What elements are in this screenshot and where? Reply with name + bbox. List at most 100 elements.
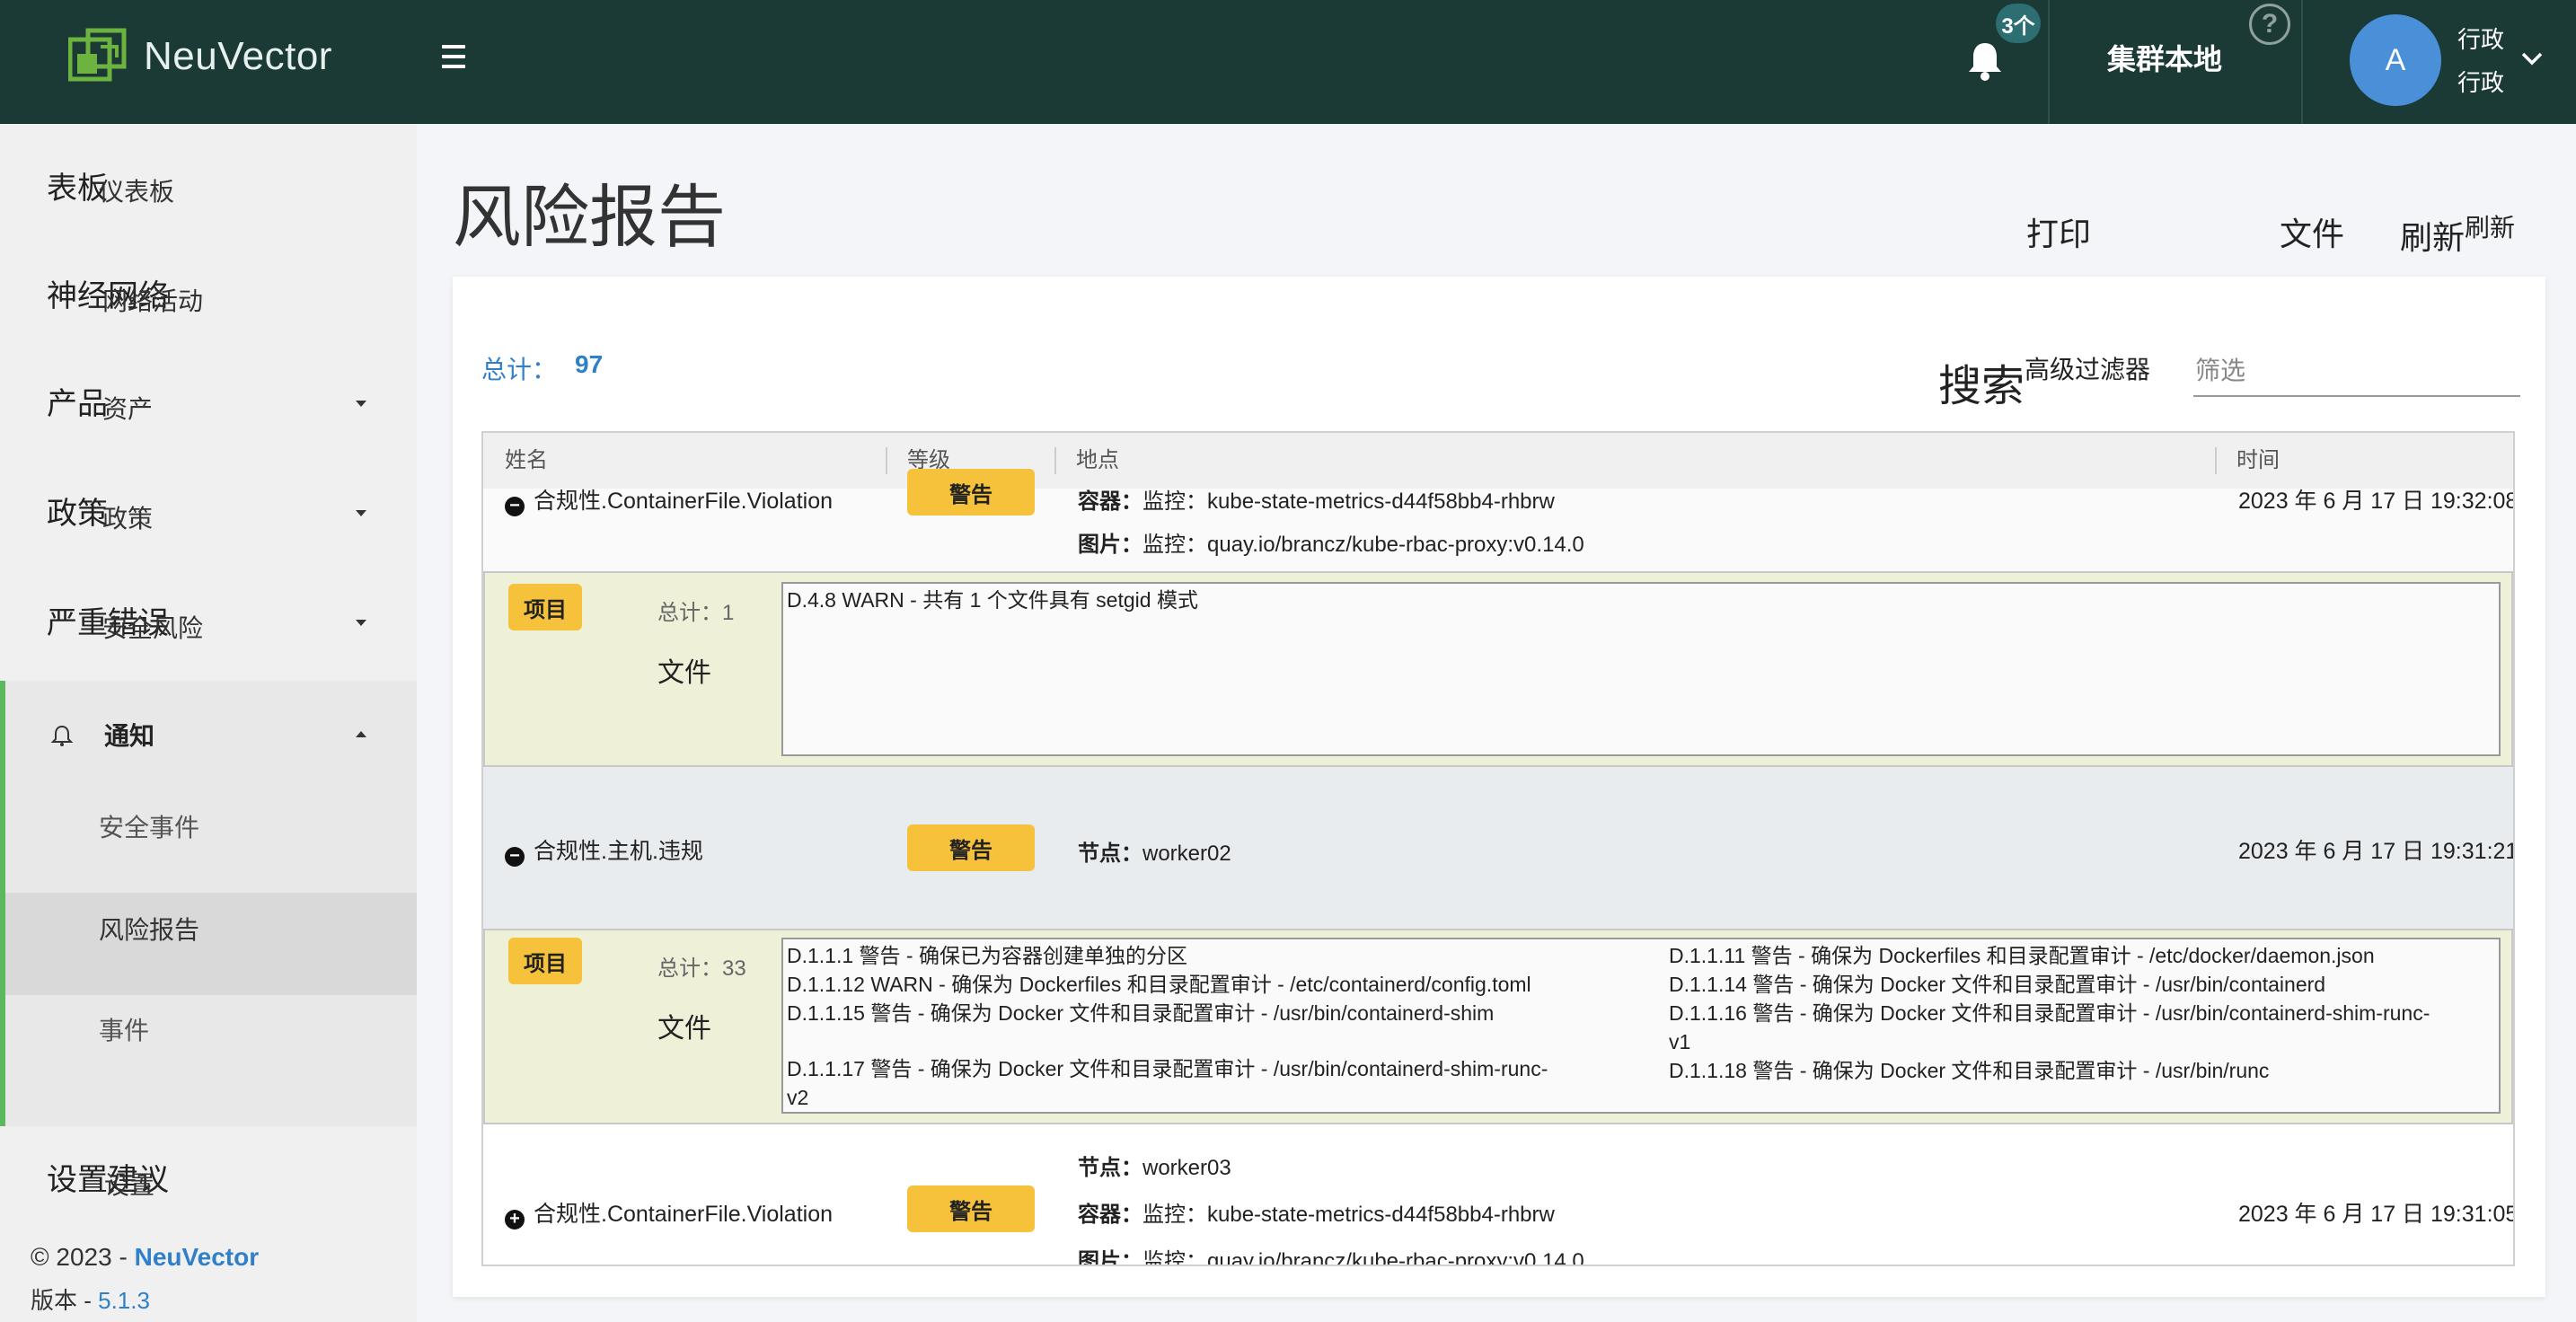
sidebar-item-label: 政策 — [47, 497, 108, 531]
brand-name[interactable]: NeuVector — [144, 34, 332, 79]
row-name: + 合规性.ContainerFile.Violation — [505, 1196, 833, 1229]
detail-items-box: D.1.1.1 警告 - 确保已为容器创建单独的分区 D.1.1.12 WARN… — [781, 938, 2501, 1114]
location-image: 图片：监控：quay.io/brancz/kube-rbac-proxy:v0.… — [1078, 1243, 1584, 1266]
sidebar-item-assets[interactable]: 产品 资产 — [47, 377, 379, 431]
detail-item: D.1.1.11 警告 - 确保为 Dockerfiles 和目录配置审计 - … — [1669, 944, 2375, 967]
node-value: worker02 — [1142, 842, 1231, 866]
level-badge-warning: 警告 — [907, 1185, 1035, 1232]
version-text: 版本 - 5.1.3 — [31, 1282, 150, 1316]
collapse-icon[interactable]: − — [505, 847, 525, 867]
filter-input[interactable] — [2193, 347, 2520, 397]
sidebar-item-dashboard[interactable]: 表板 仪表板 — [47, 162, 174, 216]
neuvector-logo-icon — [68, 28, 127, 82]
detail-item: D.1.1.16 警告 - 确保为 Docker 文件和目录配置审计 - /us… — [1669, 1001, 2430, 1025]
sidebar-item-label: 产品 — [47, 387, 108, 421]
detail-item: v1 — [1669, 1030, 1691, 1053]
row-name: − 合规性.ContainerFile.Violation — [505, 483, 833, 516]
table-row[interactable]: − 合规性.主机.违规 警告 节点：worker02 2023 年 6 月 17 … — [483, 767, 2513, 929]
column-header-name[interactable]: 姓名 — [505, 433, 548, 489]
row-time: 2023 年 6 月 17 日 19:32:08 — [2238, 489, 2515, 514]
copyright-text: © 2023 - NeuVector — [31, 1243, 259, 1272]
image-value: 监控：quay.io/brancz/kube-rbac-proxy:v0.14.… — [1142, 1249, 1584, 1266]
active-subitem-highlight — [5, 893, 417, 995]
detail-item: D.1.1.15 警告 - 确保为 Docker 文件和目录配置审计 - /us… — [787, 1001, 1495, 1025]
column-separator[interactable] — [1054, 447, 1056, 474]
total-label: 总计： — [481, 356, 558, 383]
sidebar-item-overlay-label: 政策 — [102, 505, 154, 533]
sidebar-subitem-risk-reports[interactable]: 风险报告 — [99, 903, 199, 957]
advanced-filter-button[interactable]: 高级过滤器 — [2025, 350, 2150, 386]
location-node: 节点：worker02 — [1078, 835, 1231, 867]
detail-items-left: D.1.1.1 警告 - 确保已为容器创建单独的分区 D.1.1.12 WARN… — [787, 941, 1649, 1112]
divider — [2301, 0, 2303, 124]
menu-toggle-icon[interactable] — [442, 45, 465, 68]
refresh-button[interactable]: 刷新刷新 — [2400, 208, 2515, 259]
table-row[interactable]: − 合规性.ContainerFile.Violation 警告 容器：监控：ku… — [483, 469, 2513, 571]
row-detail: 项目 总计：1 文件 D.4.8 WARN - 共有 1 个文件具有 setgi… — [483, 571, 2513, 767]
cluster-selector[interactable]: 集群本地 — [2050, 38, 2280, 81]
container-label: 容器： — [1078, 1203, 1142, 1227]
refresh-overlay-label: 刷新 — [2465, 214, 2516, 242]
sidebar-item-overlay-label: 安全风险 — [102, 614, 204, 642]
column-header-time[interactable]: 时间 — [2236, 433, 2280, 489]
location-container: 容器：监控：kube-state-metrics-d44f58bb4-rhbrw — [1078, 1196, 1555, 1228]
chevron-down-icon[interactable] — [2520, 47, 2544, 70]
detail-item: D.4.8 WARN - 共有 1 个文件具有 setgid 模式 — [787, 588, 1198, 612]
caret-up-icon — [356, 731, 366, 737]
detail-file-label: 文件 — [657, 658, 711, 688]
detail-item: D.1.1.18 警告 - 确保为 Docker 文件和目录配置审计 - /us… — [1669, 1059, 2270, 1082]
detail-total: 总计：1 — [657, 601, 735, 625]
file-button[interactable]: 文件 — [2280, 208, 2344, 255]
search-label: 搜索 — [1938, 363, 2025, 410]
location-container: 容器：监控：kube-state-metrics-d44f58bb4-rhbrw — [1078, 483, 1555, 515]
node-value: worker03 — [1142, 1156, 1231, 1180]
user-role[interactable]: 行政 — [2457, 65, 2504, 98]
user-name[interactable]: 行政 — [2457, 22, 2504, 55]
detail-total: 总计：33 — [657, 956, 746, 981]
level-badge-warning: 警告 — [907, 824, 1035, 871]
total-count: 97 — [575, 350, 604, 378]
print-button[interactable]: 打印 — [2026, 208, 2091, 255]
sidebar-subitem-security-events[interactable]: 安全事件 — [99, 801, 199, 855]
page-title: 风险报告 — [453, 180, 726, 256]
row-time: 2023 年 6 月 17 日 19:31:21 — [2238, 839, 2515, 864]
detail-item: D.1.1.12 WARN - 确保为 Dockerfiles 和目录配置审计 … — [787, 973, 1531, 996]
help-icon[interactable]: ? — [2249, 4, 2290, 45]
image-value: 监控：quay.io/brancz/kube-rbac-proxy:v0.14.… — [1142, 533, 1584, 557]
notification-count-badge[interactable]: 3个 — [1996, 4, 2041, 43]
bell-icon[interactable] — [1965, 40, 2005, 81]
caret-down-icon — [356, 401, 366, 407]
sidebar-item-notifications[interactable]: 通知 — [50, 708, 368, 762]
sidebar-item-overlay-label: 设置 — [104, 1171, 155, 1199]
detail-item: D.1.1.1 警告 - 确保已为容器创建单独的分区 — [787, 944, 1187, 967]
sidebar-item-security-risks[interactable]: 严重错误 安全风险 — [47, 596, 379, 650]
risk-report-table: 姓名 等级 地点 时间 − 合规性.ContainerFile.Violation… — [481, 431, 2515, 1266]
column-separator[interactable] — [886, 447, 887, 474]
row-time: 2023 年 6 月 17 日 19:31:05 — [2238, 1202, 2515, 1227]
copyright-prefix: © 2023 - — [31, 1243, 135, 1271]
sidebar-item-settings[interactable]: 设置建议 设置 — [47, 1153, 169, 1207]
version-prefix: 版本 - — [31, 1287, 99, 1314]
copyright-brand-link[interactable]: NeuVector — [135, 1243, 260, 1271]
row-name-text: 合规性.ContainerFile.Violation — [534, 489, 834, 514]
row-detail: 项目 总计：33 文件 D.1.1.1 警告 - 确保已为容器创建单独的分区 D… — [483, 929, 2513, 1124]
column-header-location[interactable]: 地点 — [1076, 433, 1119, 489]
table-row[interactable]: 节点：worker03 + 合规性.ContainerFile.Violation… — [483, 1124, 2515, 1266]
sidebar-item-policy[interactable]: 政策 政策 — [47, 487, 379, 541]
expand-icon[interactable]: + — [505, 1210, 525, 1229]
item-badge: 项目 — [508, 938, 582, 984]
sidebar-item-overlay-label: 仪表板 — [99, 178, 175, 206]
collapse-icon[interactable]: − — [505, 497, 525, 516]
detail-item: v2 — [787, 1086, 809, 1109]
sidebar-item-overlay-label: 资产 — [102, 395, 154, 423]
sidebar-item-network[interactable]: 神经网络 网络活动 — [47, 269, 203, 323]
sidebar-subitem-events[interactable]: 事件 — [99, 1004, 149, 1058]
image-label: 图片： — [1078, 1249, 1142, 1266]
node-label: 节点： — [1078, 1156, 1142, 1180]
row-name: − 合规性.主机.违规 — [505, 833, 703, 867]
sidebar-item-label: 通知 — [104, 722, 155, 750]
detail-item: D.1.1.14 警告 - 确保为 Docker 文件和目录配置审计 - /us… — [1669, 973, 2326, 996]
detail-file-label: 文件 — [657, 1014, 711, 1044]
column-separator[interactable] — [2215, 447, 2217, 474]
user-avatar[interactable]: A — [2350, 14, 2441, 106]
